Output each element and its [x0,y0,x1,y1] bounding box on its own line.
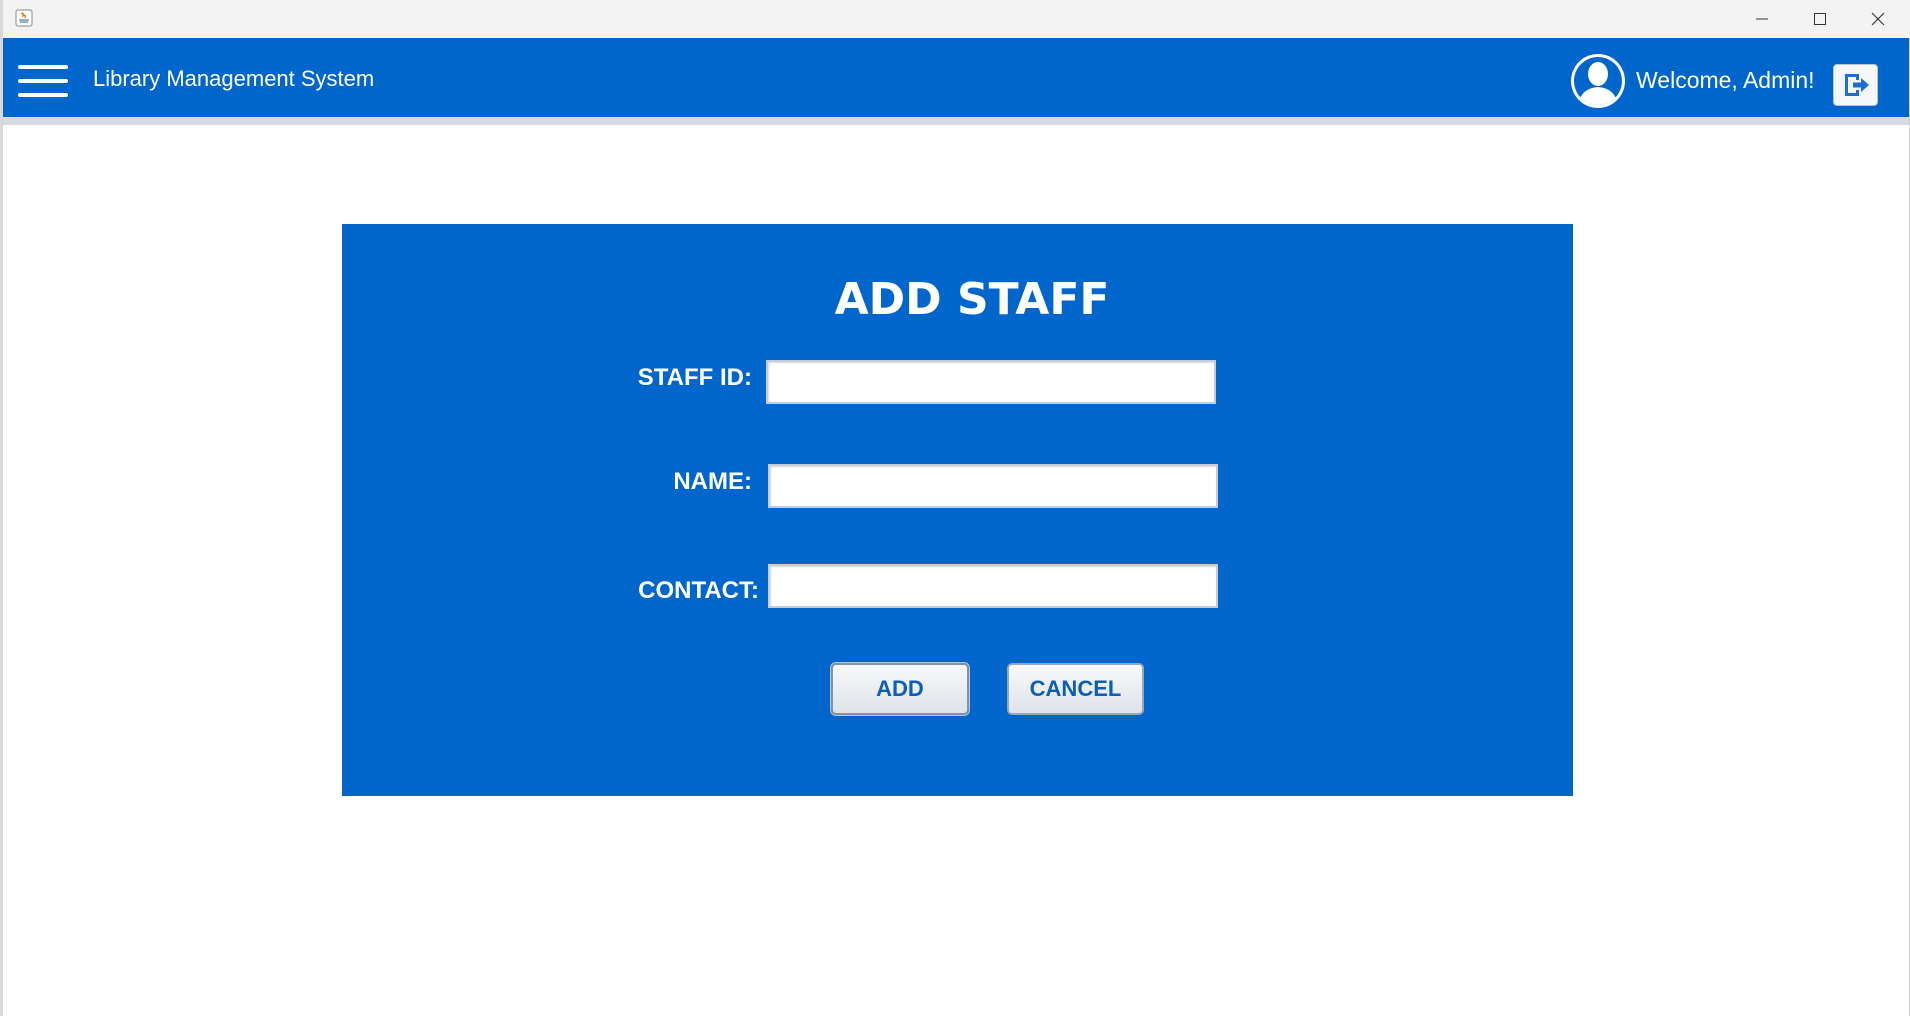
close-icon [1871,12,1885,26]
logout-icon [1844,74,1869,96]
name-label: NAME: [673,468,752,495]
minimize-icon [1756,18,1768,20]
user-avatar-icon [1569,52,1627,110]
app-header: Library Management System Welcome, Admin… [3,38,1909,117]
contact-label: CONTACT: [638,577,759,604]
staff-id-label: STAFF ID: [637,364,752,391]
cancel-button[interactable]: CANCEL [1007,663,1144,715]
staff-id-input[interactable] [766,360,1216,404]
header-divider [3,117,1909,125]
name-input[interactable] [768,464,1218,508]
contact-input[interactable] [768,564,1218,608]
add-staff-panel: ADD STAFF STAFF ID: NAME: CONTACT: ADD C… [342,224,1573,796]
maximize-icon [1814,13,1826,25]
minimize-button[interactable] [1733,0,1791,38]
close-button[interactable] [1849,0,1907,38]
welcome-text: Welcome, Admin! [1636,67,1815,93]
page-title: ADD STAFF [834,274,1110,325]
app-title: Library Management System [93,66,375,91]
java-app-icon [15,9,33,27]
app-window: Library Management System Welcome, Admin… [0,0,1910,1016]
hamburger-menu-icon[interactable] [18,63,68,99]
add-button[interactable]: ADD [831,663,969,715]
window-titlebar[interactable] [3,0,1910,39]
logout-button[interactable] [1833,64,1878,106]
maximize-button[interactable] [1791,0,1849,38]
